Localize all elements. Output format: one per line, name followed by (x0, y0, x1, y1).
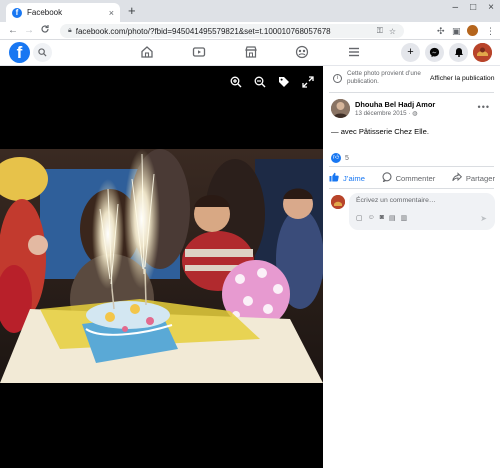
share-button[interactable]: Partager (452, 170, 495, 186)
comment-icon (382, 172, 392, 184)
avatar-sticker-icon[interactable]: ▥ (401, 214, 408, 222)
divider (329, 188, 494, 189)
reaction-count: 5 (345, 154, 349, 162)
key-icon[interactable]: ⚿ (377, 26, 383, 36)
info-icon: i (333, 74, 342, 83)
tab-title: Facebook (27, 8, 63, 17)
back-button[interactable]: ← (8, 24, 18, 38)
post-actions: J’aime Commenter Partager (329, 170, 495, 186)
browser-tabstrip: f Facebook × + – □ × (0, 0, 500, 22)
comment-button[interactable]: Commenter (382, 170, 436, 186)
fullscreen-icon[interactable] (301, 76, 315, 90)
tag-icon[interactable] (277, 76, 291, 90)
browser-tab[interactable]: f Facebook × (6, 3, 120, 22)
video-icon[interactable] (192, 45, 206, 59)
post-author: Dhouha Bel Hadj Amor 13 décembre 2015 · … (331, 97, 495, 123)
comment-label: Commenter (395, 173, 436, 183)
share-label: Partager (465, 173, 495, 183)
close-window-button[interactable]: × (488, 2, 494, 13)
like-button[interactable]: J’aime (329, 170, 365, 186)
window-controls: – □ × (453, 2, 494, 13)
viewer-toolbar (229, 76, 315, 90)
camera-icon[interactable]: ◙ (380, 214, 384, 222)
minimize-button[interactable]: – (453, 2, 459, 13)
post-date-text: 13 décembre 2015 · (355, 110, 413, 117)
post-side-panel: i Cette photo provient d’une publication… (323, 66, 500, 468)
emoji-icon[interactable]: ☺ (368, 214, 375, 222)
tab-close-icon[interactable]: × (109, 8, 114, 18)
account-avatar[interactable] (473, 43, 492, 62)
like-reaction-icon: 👍︎ (331, 153, 341, 163)
reload-icon (41, 25, 49, 33)
notice-text: Cette photo provient d’une publication. (347, 70, 421, 85)
caption-suffix: . (426, 127, 429, 136)
send-icon[interactable]: ➤ (480, 214, 487, 223)
commenter-avatar[interactable] (331, 195, 345, 209)
sidebar-icon[interactable]: ▣ (452, 25, 461, 37)
facebook-logo-icon[interactable]: f (9, 42, 30, 63)
star-icon[interactable]: ☆ (389, 27, 396, 36)
lock-icon: 🔒︎ (68, 27, 72, 34)
author-avatar[interactable] (331, 99, 350, 118)
more-options-icon[interactable]: ••• (478, 102, 490, 112)
search-icon[interactable] (33, 43, 52, 62)
like-label: J’aime (343, 173, 365, 183)
tagged-page-link[interactable]: Pâtisserie Chez Elle (359, 127, 427, 136)
zoom-in-icon[interactable] (229, 76, 243, 90)
divider (329, 92, 494, 93)
comment-input[interactable]: Écrivez un commentaire… ▢ ☺ ◙ ▤ ▥ ➤ (349, 193, 495, 230)
url-text: facebook.com/photo/?fbid=945041495579821… (75, 26, 331, 36)
groups-icon[interactable] (295, 45, 309, 59)
facebook-header: f + (0, 40, 500, 66)
view-post-button[interactable]: Afficher la publication (430, 75, 494, 82)
share-icon (452, 172, 462, 184)
reload-button[interactable] (40, 24, 50, 39)
profile-avatar-icon[interactable] (467, 25, 478, 36)
birthday-photo (0, 149, 323, 383)
gif-icon[interactable]: ▤ (389, 214, 396, 222)
home-icon[interactable] (140, 45, 154, 59)
create-button[interactable]: + (401, 43, 420, 62)
facebook-favicon-icon: f (12, 7, 22, 18)
comment-tools: ▢ ☺ ◙ ▤ ▥ (356, 214, 407, 222)
address-bar[interactable]: 🔒︎ facebook.com/photo/?fbid=945041495579… (60, 24, 404, 38)
marketplace-icon[interactable] (244, 45, 258, 59)
browser-toolbar: ← → 🔒︎ facebook.com/photo/?fbid=94504149… (0, 22, 500, 40)
zoom-out-icon[interactable] (253, 76, 267, 90)
maximize-button[interactable]: □ (470, 2, 476, 13)
sticker-icon[interactable]: ▢ (356, 214, 363, 222)
divider (329, 166, 494, 167)
comment-placeholder: Écrivez un commentaire… (356, 197, 436, 204)
post-date[interactable]: 13 décembre 2015 · ◍ (355, 110, 417, 117)
messenger-icon[interactable] (425, 43, 444, 62)
post-caption: — avec Pâtisserie Chez Elle. (331, 127, 429, 136)
notifications-icon[interactable] (449, 43, 468, 62)
caption-prefix: — avec (331, 127, 359, 136)
reaction-summary[interactable]: 👍︎ 5 (331, 153, 349, 163)
comment-composer: Écrivez un commentaire… ▢ ☺ ◙ ▤ ▥ ➤ (331, 193, 495, 231)
thumbs-up-icon (329, 172, 339, 184)
new-tab-button[interactable]: + (128, 4, 136, 18)
globe-icon: ◍ (412, 111, 418, 117)
photo-source-notice: i Cette photo provient d’une publication… (329, 70, 495, 90)
photo-viewer (0, 66, 323, 468)
forward-button[interactable]: → (24, 24, 34, 38)
menu-dots-icon[interactable]: ⋮ (486, 25, 495, 37)
menu-icon[interactable] (347, 45, 361, 59)
author-name[interactable]: Dhouha Bel Hadj Amor (355, 100, 435, 109)
puzzle-icon[interactable]: ✣ (437, 25, 445, 37)
